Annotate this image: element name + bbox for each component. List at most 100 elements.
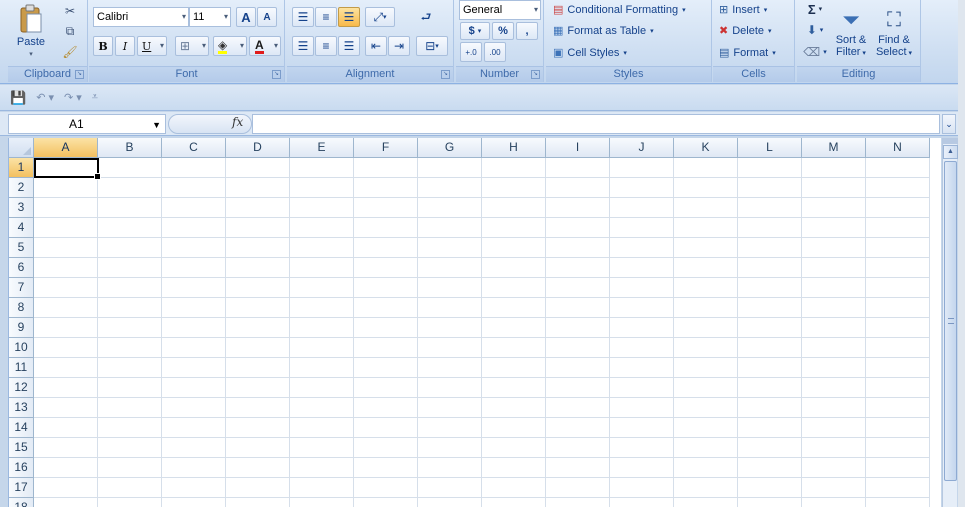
cell[interactable] bbox=[162, 238, 226, 258]
cell[interactable] bbox=[418, 418, 482, 438]
cell[interactable] bbox=[866, 298, 930, 318]
cell[interactable] bbox=[738, 158, 802, 178]
cell[interactable] bbox=[866, 238, 930, 258]
cell[interactable] bbox=[226, 498, 290, 507]
number-launcher[interactable]: ↘ bbox=[531, 70, 540, 79]
cell[interactable] bbox=[290, 218, 354, 238]
cell[interactable] bbox=[354, 418, 418, 438]
cell[interactable] bbox=[98, 358, 162, 378]
cell[interactable] bbox=[226, 198, 290, 218]
cell[interactable] bbox=[674, 318, 738, 338]
cell[interactable] bbox=[98, 198, 162, 218]
cell[interactable] bbox=[418, 478, 482, 498]
column-header-c[interactable]: C bbox=[162, 138, 226, 158]
cell[interactable] bbox=[290, 438, 354, 458]
cell[interactable] bbox=[802, 298, 866, 318]
cell[interactable] bbox=[610, 378, 674, 398]
cell[interactable] bbox=[546, 318, 610, 338]
cell[interactable] bbox=[290, 278, 354, 298]
cell[interactable] bbox=[482, 298, 546, 318]
column-header-n[interactable]: N bbox=[866, 138, 930, 158]
cell[interactable] bbox=[802, 458, 866, 478]
cell[interactable] bbox=[418, 338, 482, 358]
cell[interactable] bbox=[674, 178, 738, 198]
sort-filter-button[interactable]: ⏷ Sort & Filter ▾ bbox=[831, 0, 871, 64]
find-select-button[interactable]: ⛶ Find & Select ▾ bbox=[873, 0, 915, 64]
cell[interactable] bbox=[546, 398, 610, 418]
cell[interactable] bbox=[34, 218, 98, 238]
cell[interactable] bbox=[226, 178, 290, 198]
cell[interactable] bbox=[738, 398, 802, 418]
cell[interactable] bbox=[354, 478, 418, 498]
cell[interactable] bbox=[354, 298, 418, 318]
cell[interactable] bbox=[162, 218, 226, 238]
cell[interactable] bbox=[610, 338, 674, 358]
underline-button[interactable]: U ▾ bbox=[137, 36, 167, 56]
redo-icon[interactable]: ↷ ▾ bbox=[64, 91, 82, 104]
row-header-5[interactable]: 5 bbox=[9, 238, 34, 258]
align-right-button[interactable]: ☰ bbox=[338, 36, 360, 56]
cell[interactable] bbox=[354, 278, 418, 298]
cell[interactable] bbox=[866, 258, 930, 278]
cell[interactable] bbox=[866, 438, 930, 458]
cell[interactable] bbox=[738, 458, 802, 478]
cell-styles-button[interactable]: ▣ Cell Styles ▾ bbox=[553, 43, 627, 63]
cell[interactable] bbox=[354, 398, 418, 418]
cell[interactable] bbox=[290, 378, 354, 398]
cell[interactable] bbox=[802, 258, 866, 278]
cell[interactable] bbox=[738, 218, 802, 238]
cell[interactable] bbox=[802, 238, 866, 258]
cell[interactable] bbox=[354, 498, 418, 507]
row-header-3[interactable]: 3 bbox=[9, 198, 34, 218]
cell[interactable] bbox=[866, 198, 930, 218]
cell[interactable] bbox=[738, 298, 802, 318]
cell[interactable] bbox=[34, 198, 98, 218]
cell[interactable] bbox=[418, 438, 482, 458]
cell[interactable] bbox=[226, 378, 290, 398]
cell[interactable] bbox=[866, 178, 930, 198]
cell[interactable] bbox=[866, 418, 930, 438]
cell[interactable] bbox=[802, 178, 866, 198]
cell[interactable] bbox=[354, 178, 418, 198]
cell[interactable] bbox=[482, 258, 546, 278]
cell[interactable] bbox=[866, 478, 930, 498]
cell[interactable] bbox=[418, 458, 482, 478]
cell[interactable] bbox=[546, 458, 610, 478]
row-header-4[interactable]: 4 bbox=[9, 218, 34, 238]
scroll-up-button[interactable]: ▲ bbox=[943, 145, 958, 159]
column-header-l[interactable]: L bbox=[738, 138, 802, 158]
cell[interactable] bbox=[226, 298, 290, 318]
cell[interactable] bbox=[34, 178, 98, 198]
cell[interactable] bbox=[866, 278, 930, 298]
cell[interactable] bbox=[610, 458, 674, 478]
cell[interactable] bbox=[354, 258, 418, 278]
column-header-d[interactable]: D bbox=[226, 138, 290, 158]
cell[interactable] bbox=[34, 358, 98, 378]
cell[interactable] bbox=[610, 258, 674, 278]
cell[interactable] bbox=[674, 338, 738, 358]
select-all-button[interactable] bbox=[9, 138, 34, 158]
row-header-16[interactable]: 16 bbox=[9, 458, 34, 478]
delete-button[interactable]: ✖ Delete ▾ bbox=[719, 21, 772, 41]
bottom-align-button[interactable]: ☰ bbox=[338, 7, 360, 27]
cell[interactable] bbox=[418, 258, 482, 278]
bold-button[interactable]: B bbox=[93, 36, 113, 56]
conditional-formatting-button[interactable]: ▤ Conditional Formatting ▾ bbox=[553, 0, 686, 20]
decrease-indent-button[interactable]: ⇤ bbox=[365, 36, 387, 56]
vertical-scrollbar[interactable]: ▲ bbox=[942, 138, 958, 507]
cell[interactable] bbox=[34, 278, 98, 298]
cell[interactable] bbox=[674, 198, 738, 218]
format-as-table-button[interactable]: ▦ Format as Table ▾ bbox=[553, 21, 654, 41]
cell[interactable] bbox=[866, 378, 930, 398]
cell[interactable] bbox=[610, 358, 674, 378]
cell[interactable] bbox=[98, 298, 162, 318]
cell[interactable] bbox=[226, 418, 290, 438]
cell[interactable] bbox=[418, 198, 482, 218]
cell[interactable] bbox=[738, 178, 802, 198]
cell[interactable] bbox=[418, 398, 482, 418]
cell[interactable] bbox=[226, 398, 290, 418]
cell[interactable] bbox=[290, 398, 354, 418]
cell[interactable] bbox=[354, 318, 418, 338]
name-box[interactable]: A1 ▼ bbox=[8, 114, 166, 134]
cell[interactable] bbox=[34, 338, 98, 358]
